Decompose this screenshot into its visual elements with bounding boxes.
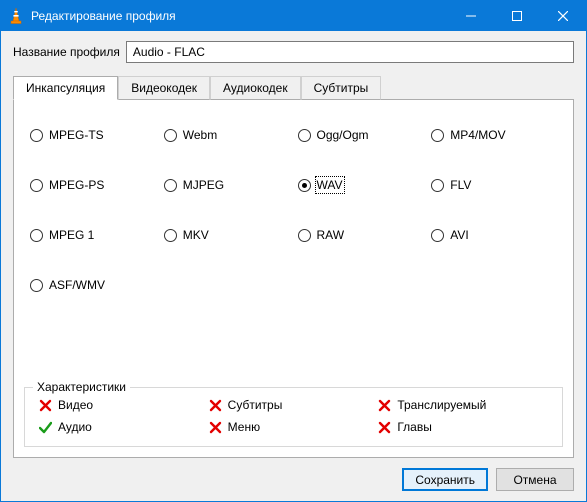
feature-субтитры: Субтитры	[209, 398, 379, 412]
radio-mpeg-ps[interactable]: MPEG-PS	[30, 178, 156, 192]
feature-label: Субтитры	[228, 398, 283, 412]
feature-label: Транслируемый	[397, 398, 486, 412]
tab-1[interactable]: Видеокодек	[118, 76, 210, 100]
radio-label: AVI	[450, 228, 468, 242]
features-grid: Видео Субтитры Транслируемый Аудио Меню Главы	[39, 398, 548, 434]
tab-3[interactable]: Субтитры	[301, 76, 382, 100]
tab-strip: ИнкапсуляцияВидеокодекАудиокодекСубтитры	[13, 75, 574, 99]
feature-транслируемый: Транслируемый	[378, 398, 548, 412]
radio-mjpeg[interactable]: MJPEG	[164, 178, 290, 192]
tab-2[interactable]: Аудиокодек	[210, 76, 301, 100]
radio-mp4-mov[interactable]: MP4/MOV	[431, 128, 557, 142]
radio-mkv[interactable]: MKV	[164, 228, 290, 242]
radio-indicator-icon	[298, 179, 311, 192]
feature-label: Аудио	[58, 420, 92, 434]
radio-indicator-icon	[431, 179, 444, 192]
radio-mpeg-ts[interactable]: MPEG-TS	[30, 128, 156, 142]
radio-mpeg-1[interactable]: MPEG 1	[30, 228, 156, 242]
radio-flv[interactable]: FLV	[431, 178, 557, 192]
feature-label: Видео	[58, 398, 93, 412]
radio-label: FLV	[450, 178, 471, 192]
vlc-cone-icon	[7, 7, 25, 25]
radio-label: Webm	[183, 128, 217, 142]
client-area: Название профиля ИнкапсуляцияВидеокодекА…	[1, 31, 586, 501]
features-legend: Характеристики	[33, 380, 130, 394]
tab-0[interactable]: Инкапсуляция	[13, 76, 118, 100]
feature-label: Меню	[228, 420, 260, 434]
radio-label: Ogg/Ogm	[317, 128, 369, 142]
radio-avi[interactable]: AVI	[431, 228, 557, 242]
radio-indicator-icon	[30, 179, 43, 192]
radio-indicator-icon	[30, 229, 43, 242]
minimize-button[interactable]	[448, 1, 494, 31]
radio-indicator-icon	[431, 129, 444, 142]
radio-indicator-icon	[30, 279, 43, 292]
radio-label: MPEG-PS	[49, 178, 104, 192]
radio-label: MPEG 1	[49, 228, 94, 242]
window: Редактирование профиля Название профиля …	[0, 0, 587, 502]
feature-аудио: Аудио	[39, 420, 209, 434]
cross-icon	[378, 399, 391, 412]
feature-главы: Главы	[378, 420, 548, 434]
radio-indicator-icon	[298, 229, 311, 242]
profile-name-input[interactable]	[126, 41, 574, 63]
radio-indicator-icon	[30, 129, 43, 142]
radio-indicator-icon	[164, 179, 177, 192]
radio-label: MKV	[183, 228, 209, 242]
radio-label: ASF/WMV	[49, 278, 105, 292]
radio-indicator-icon	[164, 129, 177, 142]
radio-webm[interactable]: Webm	[164, 128, 290, 142]
save-button[interactable]: Сохранить	[402, 468, 488, 491]
maximize-button[interactable]	[494, 1, 540, 31]
cross-icon	[209, 399, 222, 412]
cross-icon	[209, 421, 222, 434]
feature-видео: Видео	[39, 398, 209, 412]
radio-indicator-icon	[298, 129, 311, 142]
feature-меню: Меню	[209, 420, 379, 434]
tab-body-encapsulation: MPEG-TS Webm Ogg/Ogm MP4/MOV MPEG-PS MJPEG WAV…	[13, 99, 574, 458]
radio-label: WAV	[317, 178, 343, 192]
radio-indicator-icon	[164, 229, 177, 242]
feature-label: Главы	[397, 420, 432, 434]
format-radio-grid: MPEG-TS Webm Ogg/Ogm MP4/MOV MPEG-PS MJPEG WAV…	[24, 128, 563, 292]
profile-name-label: Название профиля	[13, 45, 120, 59]
check-icon	[39, 421, 52, 434]
radio-asf-wmv[interactable]: ASF/WMV	[30, 278, 156, 292]
radio-label: MP4/MOV	[450, 128, 505, 142]
dialog-footer: Сохранить Отмена	[13, 458, 574, 491]
radio-raw[interactable]: RAW	[298, 228, 424, 242]
radio-indicator-icon	[431, 229, 444, 242]
window-title: Редактирование профиля	[31, 9, 176, 23]
cross-icon	[378, 421, 391, 434]
tab-container: ИнкапсуляцияВидеокодекАудиокодекСубтитры…	[13, 75, 574, 458]
radio-label: MPEG-TS	[49, 128, 104, 142]
cross-icon	[39, 399, 52, 412]
close-button[interactable]	[540, 1, 586, 31]
radio-label: MJPEG	[183, 178, 224, 192]
features-fieldset: Характеристики ВидеоСубтитрыТранслируемы…	[24, 387, 563, 447]
cancel-button[interactable]: Отмена	[496, 468, 574, 491]
radio-label: RAW	[317, 228, 345, 242]
titlebar: Редактирование профиля	[1, 1, 586, 31]
radio-wav[interactable]: WAV	[298, 178, 424, 192]
radio-ogg-ogm[interactable]: Ogg/Ogm	[298, 128, 424, 142]
